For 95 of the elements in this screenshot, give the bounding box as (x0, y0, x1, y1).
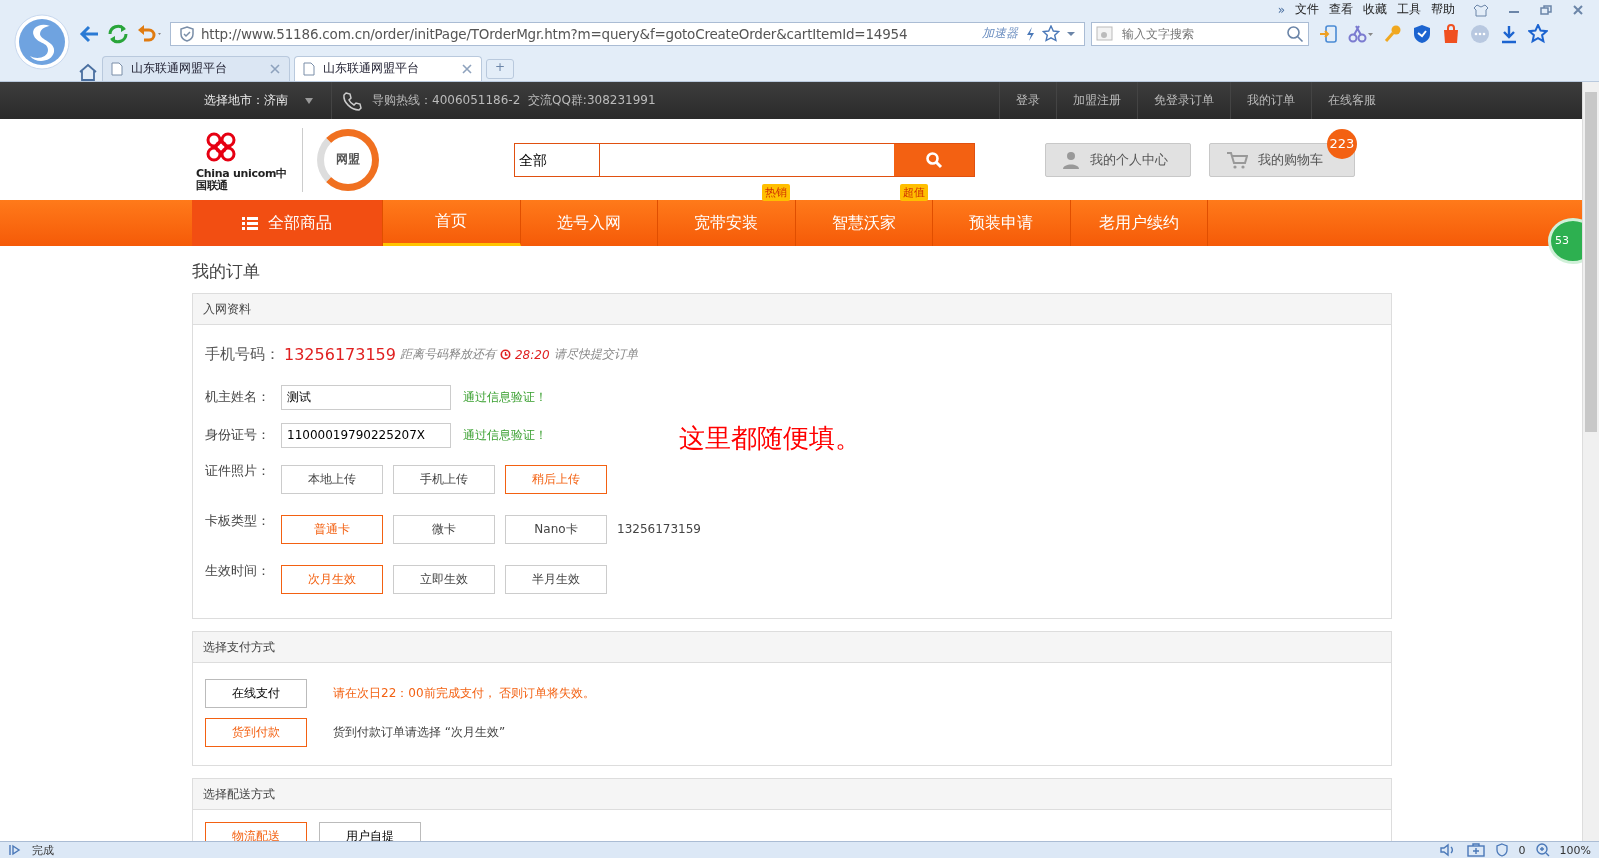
unicom-logo[interactable]: China unicom中国联通 (196, 127, 303, 192)
star-icon[interactable] (1528, 23, 1548, 44)
shield-icon (179, 25, 195, 42)
field-label: 身份证号： (205, 426, 271, 444)
city-selector[interactable]: 选择地市：济南 (192, 82, 332, 119)
option-button[interactable]: 立即生效 (393, 564, 495, 594)
top-link[interactable]: 登录 (999, 82, 1056, 119)
zoom-in-icon[interactable] (1535, 843, 1550, 857)
id-number-field[interactable]: 11000019790225207X (281, 422, 451, 448)
option-button[interactable]: 本地上传 (281, 464, 383, 494)
nav-tab[interactable]: 全部商品 (192, 200, 383, 246)
top-link[interactable]: 加盟注册 (1056, 82, 1137, 119)
option-button[interactable]: Nano卡 (505, 514, 607, 544)
key-icon[interactable] (1383, 23, 1403, 44)
browser-tab[interactable]: 山东联通网盟平台 (102, 56, 290, 81)
shopping-bag-icon[interactable] (1441, 23, 1461, 44)
validation-message: 通过信息验证！ (463, 388, 547, 406)
home-icon[interactable] (78, 63, 98, 81)
accelerator-button[interactable]: 加速器 (982, 25, 1018, 43)
close-icon[interactable] (1571, 2, 1585, 17)
annotation-text: 这里都随便填。 (679, 422, 861, 455)
toolbox-icon[interactable] (1466, 843, 1485, 857)
download-icon[interactable] (1499, 23, 1519, 44)
payment-note: 货到付款订单请选择 “次月生效” (333, 724, 506, 741)
list-icon (242, 216, 258, 230)
option-button[interactable]: 微卡 (393, 514, 495, 544)
status-text: 完成 (32, 842, 54, 858)
field-label: 机主姓名： (205, 388, 271, 406)
more-dots-icon[interactable] (1470, 23, 1490, 44)
search-icon[interactable] (1286, 24, 1304, 43)
section-title: 选择配送方式 (203, 787, 275, 801)
dropdown-caret-icon[interactable] (1066, 29, 1076, 38)
close-icon[interactable] (269, 63, 281, 75)
close-icon[interactable] (461, 63, 473, 75)
name-field[interactable]: 测试 (281, 384, 451, 410)
sidebar-toggle-icon[interactable] (8, 844, 22, 856)
hot-badge: 热销 (762, 184, 790, 201)
url-text: http://www.51186.com.cn/order/initPage/TOrderMgr.htm?m=query&f=gotoCreateOrder&cartItemId=14954 (201, 25, 909, 42)
section-title: 入网资料 (203, 302, 251, 316)
payment-note: 请在次日22：00前完成支付， 否则订单将失效。 (333, 685, 596, 702)
scrollbar[interactable] (1582, 82, 1599, 841)
menu-item[interactable]: 工具 (1397, 1, 1421, 19)
ad-block-count: 0 (1518, 843, 1526, 857)
menu-item[interactable]: 收藏 (1363, 1, 1387, 19)
phone-label: 手机号码： (205, 345, 280, 364)
clock-icon (500, 349, 511, 360)
restore-icon[interactable] (1539, 2, 1553, 17)
menu-item[interactable]: 查看 (1329, 1, 1353, 19)
shield-check-icon[interactable] (1412, 23, 1432, 44)
brand-ring-logo[interactable]: 网盟 (317, 128, 379, 191)
submit-note: 请尽快提交订单 (553, 346, 638, 363)
hot-badge: 超值 (899, 184, 928, 201)
scissors-icon[interactable] (1348, 23, 1374, 44)
undo-icon[interactable] (136, 23, 164, 44)
phone-number: 13256173159 (284, 345, 396, 364)
release-note: 距离号码释放还有 (400, 346, 496, 363)
dropdown-caret-icon (304, 96, 314, 105)
browser-tab[interactable]: 山东联通网盟平台 (294, 56, 482, 81)
option-button[interactable]: 手机上传 (393, 464, 495, 494)
person-icon (1062, 150, 1080, 169)
payment-option-button[interactable]: 在线支付 (205, 679, 307, 708)
browser-search-box[interactable]: 输入文字搜索 (1091, 21, 1309, 46)
page-title: 我的订单 (192, 260, 261, 283)
shirt-icon[interactable] (1473, 2, 1489, 17)
ad-shield-icon[interactable] (1494, 843, 1509, 857)
phone-icon (342, 90, 362, 111)
number-text: 13256173159 (617, 522, 701, 536)
phone-sync-icon[interactable] (1319, 23, 1339, 44)
page-icon (111, 62, 123, 76)
back-arrow-icon[interactable] (78, 23, 100, 44)
option-button[interactable]: 半月生效 (505, 564, 607, 594)
field-label: 证件照片： (205, 462, 271, 480)
cart-icon (1226, 150, 1248, 169)
page-icon (303, 62, 315, 76)
delivery-option-button[interactable]: 用户自提 (319, 822, 421, 841)
more-menu-button[interactable]: » (1277, 2, 1285, 17)
refresh-icon[interactable] (106, 22, 130, 45)
field-label: 卡板类型： (205, 512, 271, 530)
top-link[interactable]: 我的订单 (1230, 82, 1311, 119)
address-bar[interactable]: http://www.51186.com.cn/order/initPage/TOrderMgr.htm?m=query&f=gotoCreateOrder&cartItemId=14954 加速器 (170, 21, 1085, 46)
user-center-button[interactable]: 我的个人中心 (1045, 142, 1191, 177)
field-label: 生效时间： (205, 562, 271, 580)
paw-icon (1096, 25, 1114, 42)
star-icon[interactable] (1042, 24, 1060, 43)
browser-logo-icon[interactable] (14, 14, 70, 70)
cart-count-badge: 223 (1327, 129, 1357, 159)
top-link[interactable]: 在线客服 (1311, 82, 1392, 119)
top-link[interactable]: 免登录订单 (1137, 82, 1230, 119)
validation-message: 通过信息验证！ (463, 426, 547, 444)
menu-item[interactable]: 帮助 (1431, 1, 1455, 19)
countdown-timer: 28:20 (515, 347, 550, 362)
section-title: 选择支付方式 (203, 640, 275, 654)
hotline-text: 导购热线：4006051186-2 交流QQ群:308231991 (372, 92, 656, 109)
zoom-level: 100% (1559, 843, 1591, 857)
menu-item[interactable]: 文件 (1295, 1, 1319, 19)
